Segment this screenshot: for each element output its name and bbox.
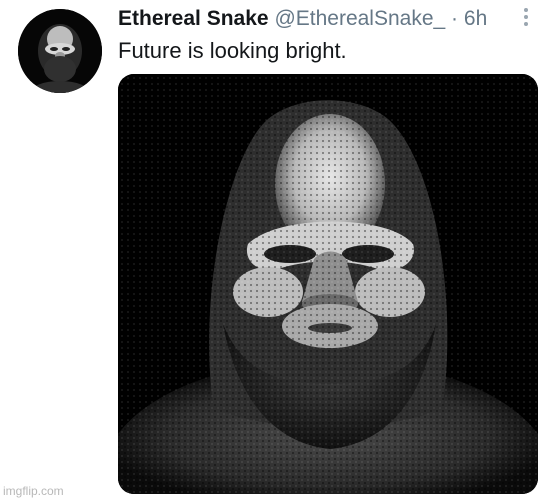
- imgflip-watermark: imgflip.com: [3, 484, 64, 498]
- tweet-header: Ethereal Snake @EtherealSnake_ · 6h: [118, 6, 487, 32]
- display-name[interactable]: Ethereal Snake: [118, 7, 269, 30]
- timestamp[interactable]: 6h: [464, 7, 487, 30]
- avatar[interactable]: [18, 9, 102, 93]
- dot: [524, 8, 528, 12]
- tweet-media-image[interactable]: [118, 74, 538, 494]
- user-handle[interactable]: @EtherealSnake_: [274, 7, 445, 30]
- dot: [524, 15, 528, 19]
- separator-dot: ·: [451, 7, 459, 30]
- dot: [524, 22, 528, 26]
- tweet-text: Future is looking bright.: [118, 38, 347, 63]
- bigfoot-photo-icon: [118, 74, 538, 494]
- tweet[interactable]: Ethereal Snake @EtherealSnake_ · 6h Futu…: [0, 0, 557, 500]
- bigfoot-avatar-icon: [18, 9, 102, 93]
- more-options-icon[interactable]: [519, 6, 533, 28]
